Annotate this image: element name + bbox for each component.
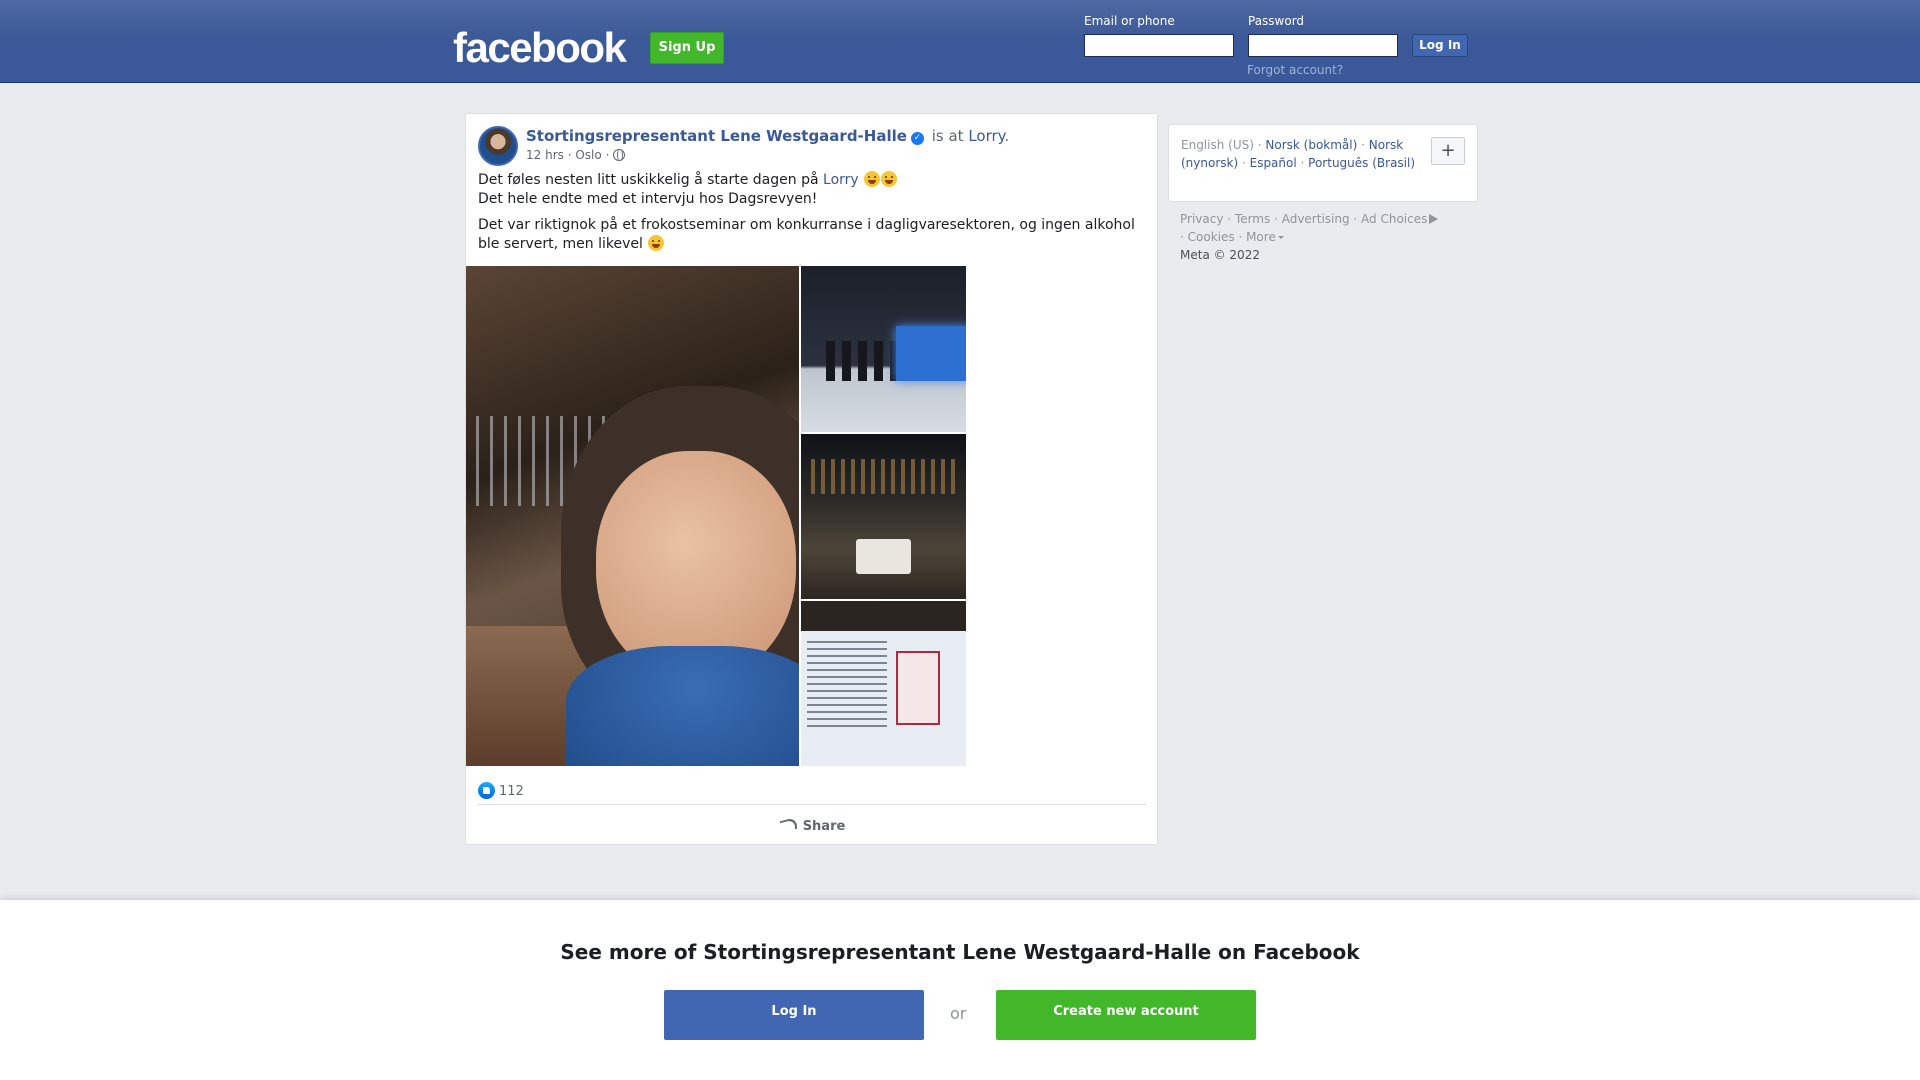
photo-presentation-slide[interactable] [801,601,966,766]
post-text-para2: Det var riktignok på et frokostseminar o… [478,217,1135,252]
caret-down-icon [1277,236,1284,239]
like-icon [478,782,495,799]
sign-up-button[interactable]: Sign Up [650,32,724,64]
place-link[interactable]: Lorry [968,127,1004,145]
facebook-logo[interactable]: facebook [453,24,627,72]
top-bar: facebook Sign Up Email or phone Password… [0,0,1920,83]
avatar[interactable] [478,126,518,166]
is-at-text: is at [931,127,964,145]
privacy-link[interactable]: Privacy [1180,212,1223,226]
laughing-emoji-icon [648,235,665,251]
create-account-button[interactable]: Create new account [996,990,1256,1040]
grinning-emoji-icon [864,171,881,187]
share-icon [779,816,797,834]
language-link-espanol[interactable]: Español [1250,156,1297,170]
email-label: Email or phone [1084,14,1175,28]
post-text-line2: Det hele endte med et intervju hos Dagsr… [478,191,818,207]
ad-choices-icon [1429,214,1439,224]
password-label: Password [1248,14,1305,28]
globe-icon [613,149,626,161]
place-suffix: . [1004,127,1010,145]
terms-link[interactable]: Terms [1235,212,1270,226]
share-button[interactable]: Share [466,811,1159,843]
language-selector: English (US) · Norsk (bokmål) · Norsk (n… [1168,124,1478,202]
post-location[interactable]: Oslo [575,148,601,162]
footer-links: Privacy · Terms · Advertising · Ad Choic… [1180,210,1480,264]
photo-selfie[interactable] [466,266,799,766]
post-meta: 12 hrs · Oslo · [526,148,626,162]
photo-seminar[interactable] [801,266,966,432]
ad-choices-link[interactable]: Ad Choices [1361,212,1427,226]
more-link[interactable]: More [1246,230,1276,244]
cookies-link[interactable]: Cookies [1188,230,1235,244]
or-separator: or [950,1004,967,1023]
more-languages-button[interactable]: + [1431,137,1465,165]
post-card: Stortingsrepresentant Lene Westgaard-Hal… [465,113,1158,845]
surprised-emoji-icon [881,171,898,187]
post-time[interactable]: 12 hrs [526,148,564,162]
banner-log-in-button[interactable]: Log In [664,990,924,1040]
advertising-link[interactable]: Advertising [1282,212,1350,226]
copyright: Meta © 2022 [1180,248,1260,262]
author-name[interactable]: Stortingsrepresentant Lene Westgaard-Hal… [526,127,907,145]
password-input[interactable] [1248,34,1398,57]
post-text-line1: Det føles nesten litt uskikkelig å start… [478,172,819,188]
meta-dot: · [605,148,610,162]
share-label: Share [802,819,846,834]
log-in-button[interactable]: Log In [1412,34,1468,57]
photo-restaurant[interactable] [801,434,966,599]
lorry-link[interactable]: Lorry [823,172,859,188]
verified-badge-icon: ✓ [910,132,924,145]
likes-count: 112 [499,784,524,799]
forgot-account-link[interactable]: Forgot account? [1247,63,1343,77]
divider [478,804,1146,805]
meta-dot: · [567,148,572,162]
language-link-norsk-bokmal[interactable]: Norsk (bokmål) [1265,138,1357,152]
login-prompt-banner: See more of Stortingsrepresentant Lene W… [0,900,1920,1080]
post-text: Det føles nesten litt uskikkelig å start… [478,171,1148,261]
likes-summary[interactable]: 112 [478,782,524,799]
current-language: English (US) [1181,138,1254,152]
email-input[interactable] [1084,34,1234,57]
post-author-line: Stortingsrepresentant Lene Westgaard-Hal… [526,127,1009,145]
language-link-portugues[interactable]: Português (Brasil) [1308,156,1415,170]
banner-title: See more of Stortingsrepresentant Lene W… [560,940,1360,964]
